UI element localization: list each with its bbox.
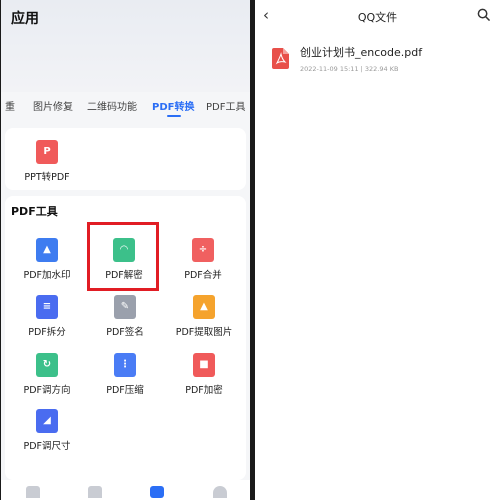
watermark-icon: ▲ — [36, 238, 58, 262]
tool-label: PDF提取图片 — [175, 327, 233, 338]
tool-pdf-extract-image[interactable]: ▲ PDF提取图片 — [169, 295, 239, 338]
tool-label: PDF调尺寸 — [23, 441, 71, 452]
tool-pdf-encrypt[interactable]: ■ PDF加密 — [169, 353, 239, 396]
tool-pdf-rotate[interactable]: ↻ PDF调方向 — [12, 353, 82, 396]
tool-pdf-watermark[interactable]: ▲ PDF加水印 — [12, 238, 82, 281]
search-icon[interactable] — [477, 8, 490, 21]
signature-icon: ✎ — [114, 295, 136, 319]
tool-label: PDF加水印 — [23, 270, 71, 281]
tool-label: PPT转PDF — [24, 172, 70, 183]
split-icon: ≡ — [36, 295, 58, 319]
tool-label: PDF拆分 — [28, 327, 66, 338]
merge-icon: ÷ — [192, 238, 214, 262]
apps-panel: 应用 重 图片修复 二维码功能 PDF转换 PDF工具 P PPT转PDF PD… — [1, 0, 250, 500]
file-browser-panel: ‹ QQ文件 创业计划书_encode.pdf 2022-11-09 15:11… — [255, 0, 500, 500]
tab-image-repair[interactable]: 图片修复 — [33, 98, 73, 113]
section-title: PDF工具 — [11, 205, 58, 218]
tool-pdf-compress[interactable]: ⋮ PDF压缩 — [90, 353, 160, 396]
tool-pdf-split[interactable]: ≡ PDF拆分 — [12, 295, 82, 338]
tool-label: PDF签名 — [106, 327, 144, 338]
tool-label: PDF压缩 — [106, 385, 144, 396]
tool-pdf-sign[interactable]: ✎ PDF签名 — [90, 295, 160, 338]
tool-label: PDF调方向 — [23, 385, 71, 396]
page-title: 应用 — [11, 11, 39, 27]
compress-icon: ⋮ — [114, 353, 136, 377]
resize-icon: ◢ — [36, 409, 58, 433]
tab-qrcode[interactable]: 二维码功能 — [87, 98, 137, 113]
tab-pdf-tools[interactable]: PDF工具 — [206, 98, 245, 113]
tool-ppt-to-pdf[interactable]: P PPT转PDF — [12, 140, 82, 183]
tool-label: PDF合并 — [184, 270, 222, 281]
bottom-nav — [1, 480, 250, 500]
profile-icon[interactable] — [213, 486, 227, 498]
tool-pdf-merge[interactable]: ÷ PDF合并 — [168, 238, 238, 281]
home-icon[interactable] — [26, 486, 40, 498]
category-tabs: 重 图片修复 二维码功能 PDF转换 PDF工具 — [1, 96, 250, 116]
document-icon[interactable] — [88, 486, 102, 498]
tool-label: PDF加密 — [185, 385, 223, 396]
tab-partial[interactable]: 重 — [5, 98, 15, 113]
tool-pdf-resize[interactable]: ◢ PDF调尺寸 — [12, 409, 82, 452]
convert-card: P PPT转PDF — [5, 128, 246, 190]
pdf-file-icon — [272, 48, 289, 69]
page-title: QQ文件 — [357, 11, 398, 24]
file-list-item[interactable]: 创业计划书_encode.pdf 2022-11-09 15:11 | 322.… — [255, 40, 500, 84]
file-name: 创业计划书_encode.pdf — [300, 46, 423, 59]
file-meta: 2022-11-09 15:11 | 322.94 KB — [300, 65, 399, 73]
apps-icon[interactable] — [150, 486, 164, 498]
ppt-to-pdf-icon: P — [36, 140, 58, 164]
tab-pdf-convert[interactable]: PDF转换 — [152, 98, 194, 113]
rotate-icon: ↻ — [36, 353, 58, 377]
apps-header: 应用 — [1, 0, 250, 92]
extract-image-icon: ▲ — [193, 295, 215, 319]
lock-icon: ■ — [193, 353, 215, 377]
highlight-box — [87, 222, 159, 291]
active-tab-indicator — [167, 115, 181, 117]
